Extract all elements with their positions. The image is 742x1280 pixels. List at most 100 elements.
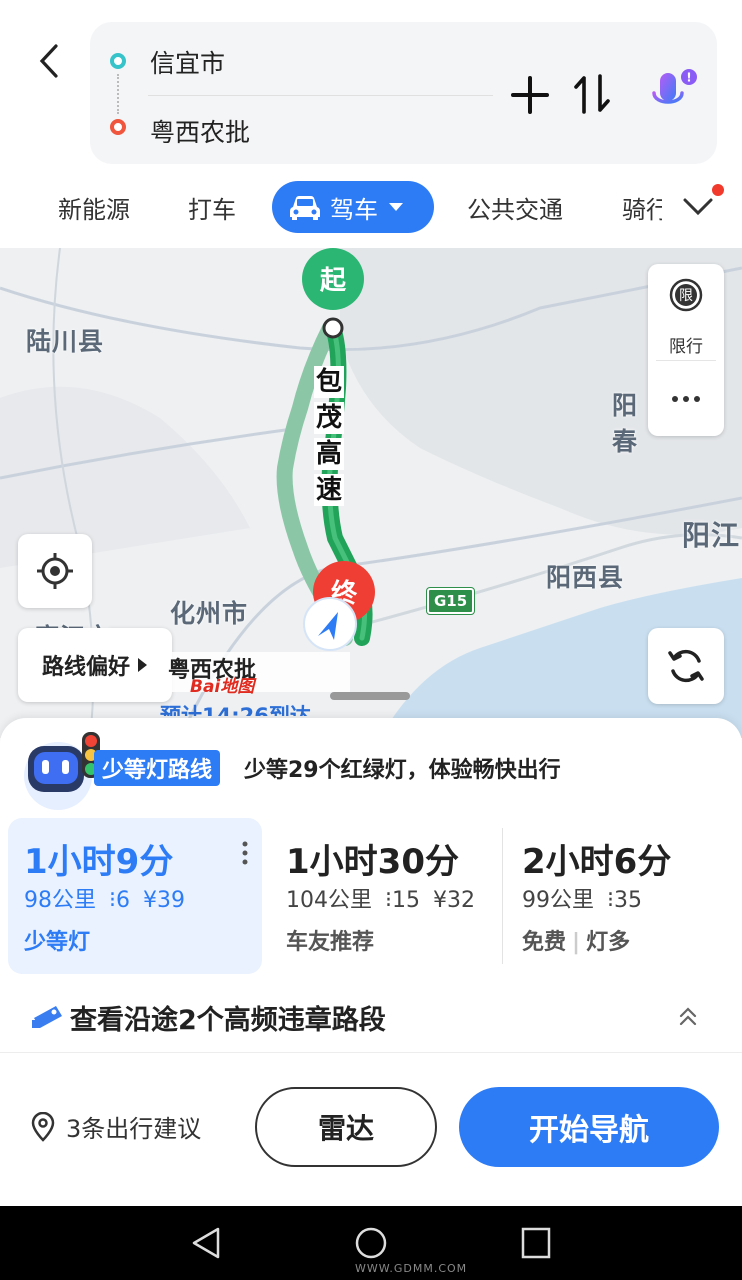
recents-square-icon[interactable] <box>520 1226 552 1260</box>
road-label-char: 包 <box>314 366 345 398</box>
location-pin-icon <box>31 1111 55 1142</box>
route-duration: 1小时9分 <box>24 842 174 882</box>
eta-label: 预计14:26到达 <box>160 704 311 716</box>
tab-cycling[interactable]: 骑行 <box>622 190 662 225</box>
refresh-icon <box>668 649 704 683</box>
route-toll: ¥39 <box>143 888 185 913</box>
traffic-light-icon: ⁝ <box>607 888 614 913</box>
svg-text:!: ! <box>686 71 691 85</box>
camera-icon <box>32 1006 62 1028</box>
route-option-1[interactable]: 1小时9分 98公里 ⁝6 ¥39 少等灯 <box>8 818 262 974</box>
divider: | <box>572 930 581 955</box>
voice-button[interactable]: ! <box>646 67 702 123</box>
map-label-yangjiang: 阳江 <box>682 519 741 552</box>
restriction-icon: 限 <box>669 278 703 312</box>
origin-dot-icon <box>110 53 126 69</box>
crosshair-icon <box>37 553 73 589</box>
map-label-luchuan: 陆川县 <box>26 327 105 356</box>
route-distance: 104公里 <box>286 888 372 913</box>
watermark-text: WWW.GDMM.COM <box>355 1262 468 1275</box>
map-view[interactable]: 起 终 陆川县 化州市 阳西县 阳江 阳春 廉江市 包 茂 高 速 G15 限 … <box>0 248 742 738</box>
traffic-light-count: 6 <box>116 888 130 913</box>
refresh-button[interactable] <box>648 628 724 704</box>
map-label-yangchun: 阳春 <box>612 391 639 456</box>
tab-drive[interactable]: 驾车 <box>272 181 434 233</box>
more-dots-icon <box>672 396 700 402</box>
divider <box>656 360 716 361</box>
add-waypoint-button[interactable] <box>510 75 550 115</box>
route-preference-button[interactable]: 路线偏好 <box>18 628 172 702</box>
svg-text:限: 限 <box>679 288 693 304</box>
home-circle-icon[interactable] <box>354 1226 388 1260</box>
microphone-icon: ! <box>652 69 697 115</box>
double-chevron-up-icon[interactable] <box>676 1004 700 1028</box>
route-info: 104公里 ⁝15 ¥32 <box>286 882 475 914</box>
caret-right-icon <box>138 658 147 672</box>
tab-new-energy[interactable]: 新能源 <box>58 190 130 225</box>
restriction-panel: 限 限行 <box>648 264 724 436</box>
road-label-char: 茂 <box>314 402 345 434</box>
more-options-button[interactable] <box>648 364 724 434</box>
vertical-dots-icon <box>242 841 248 865</box>
route-label: 免费 | 灯多 <box>522 924 630 956</box>
route-option-3[interactable]: 2小时6分 99公里 ⁝35 免费 | 灯多 <box>506 818 738 974</box>
destination-dot-icon <box>110 119 126 135</box>
traffic-light-count: 35 <box>614 888 642 913</box>
route-duration: 2小时6分 <box>522 842 672 882</box>
road-label-char: 高 <box>314 438 345 470</box>
route-input-box: 信宜市 粤西农批 ! <box>90 22 717 164</box>
notification-dot <box>712 184 724 196</box>
route-panel: 少等灯路线 少等29个红绿灯，体验畅快出行 1小时9分 98公里 ⁝6 ¥39 … <box>0 718 742 1058</box>
route-preference-label: 路线偏好 <box>41 655 130 680</box>
map-label-yangxi: 阳西县 <box>546 563 625 592</box>
route-connector <box>117 74 119 114</box>
route-options-menu-button[interactable] <box>240 840 250 870</box>
back-triangle-icon[interactable] <box>190 1226 222 1260</box>
divider <box>148 95 493 96</box>
traffic-light-icon: ⁝ <box>385 888 392 913</box>
chevron-down-icon <box>683 198 713 216</box>
radar-button[interactable]: 雷达 <box>255 1087 437 1167</box>
locate-button[interactable] <box>18 534 92 608</box>
back-button[interactable] <box>24 36 74 86</box>
route-toll: ¥32 <box>433 888 475 913</box>
route-label: 少等灯 <box>24 930 91 955</box>
caret-down-icon <box>389 203 403 211</box>
route-info: 98公里 ⁝6 ¥39 <box>24 882 185 914</box>
car-icon <box>290 196 320 220</box>
action-bar: 3条出行建议 雷达 开始导航 <box>0 1052 742 1204</box>
restriction-label: 限行 <box>669 337 703 357</box>
traffic-light-count: 15 <box>392 888 420 913</box>
route-tag-badge: 少等灯路线 <box>94 750 221 786</box>
traffic-light-icon: ⁝ <box>109 888 116 913</box>
route-distance: 98公里 <box>24 888 96 913</box>
plus-icon <box>511 76 549 114</box>
tab-transit[interactable]: 公共交通 <box>467 190 563 225</box>
route-label: 车友推荐 <box>286 930 375 955</box>
system-nav-bar: WWW.GDMM.COM <box>0 1206 742 1280</box>
route-option-2[interactable]: 1小时30分 104公里 ⁝15 ¥32 车友推荐 <box>270 818 502 974</box>
route-info: 99公里 ⁝35 <box>522 882 642 914</box>
start-marker-label: 起 <box>320 266 347 296</box>
mode-tabs: 新能源 打车 驾车 公共交通 骑行 <box>0 178 742 238</box>
swap-button[interactable] <box>572 72 612 116</box>
violation-text: 查看沿途2个高频违章路段 <box>70 1005 386 1036</box>
destination-callout[interactable]: 粤西农批 <box>160 652 350 692</box>
drag-handle[interactable] <box>330 692 410 700</box>
destination-field[interactable]: 粤西农批 <box>150 113 250 149</box>
route-tag-description: 少等29个红绿灯，体验畅快出行 <box>244 758 561 783</box>
map-label-huazhou: 化州市 <box>170 599 249 628</box>
origin-field[interactable]: 信宜市 <box>150 44 225 80</box>
violation-row[interactable]: 查看沿途2个高频违章路段 <box>30 998 710 1038</box>
divider <box>502 828 503 964</box>
tab-taxi[interactable]: 打车 <box>188 190 236 225</box>
baidu-logo: Bai地图 <box>190 677 255 697</box>
travel-advice-label: 3条出行建议 <box>66 1115 202 1143</box>
route-duration: 1小时30分 <box>286 842 459 882</box>
restriction-button[interactable]: 限 限行 <box>648 264 724 360</box>
tab-drive-label: 驾车 <box>330 195 378 224</box>
start-navigation-button[interactable]: 开始导航 <box>459 1087 719 1167</box>
travel-advice-button[interactable]: 3条出行建议 <box>30 1109 201 1144</box>
highway-shield: G15 <box>427 588 475 614</box>
route-label-secondary: 灯多 <box>586 930 631 955</box>
